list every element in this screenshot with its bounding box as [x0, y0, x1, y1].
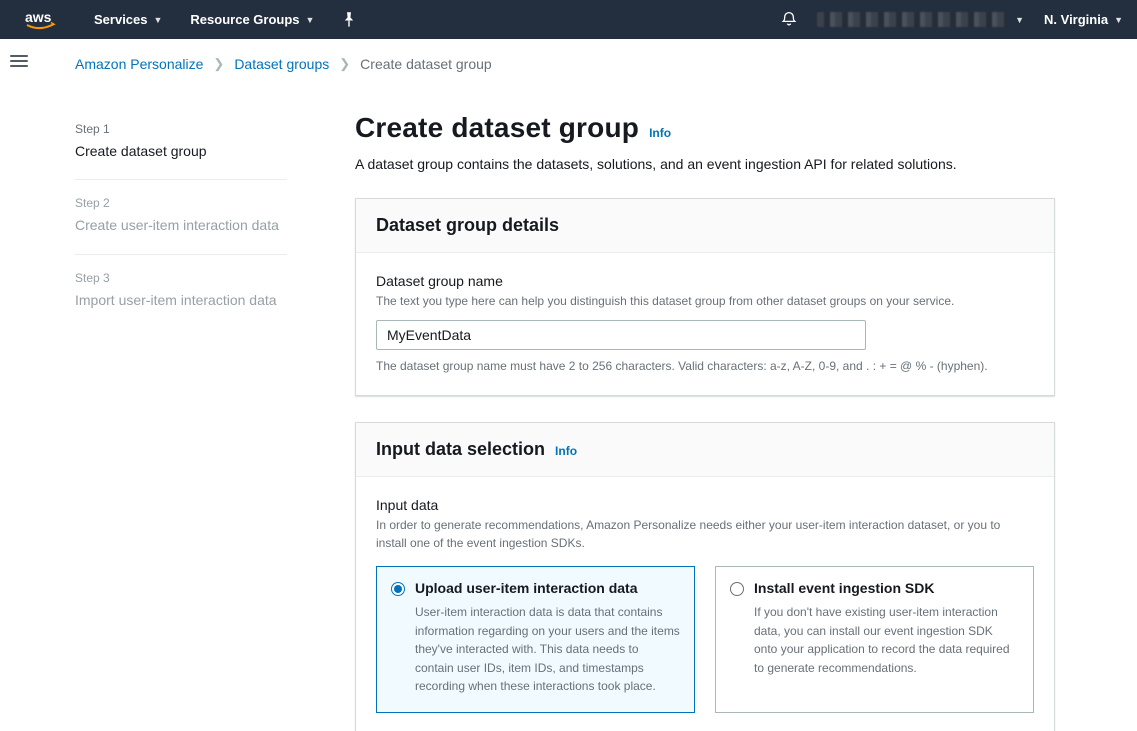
- page-description: A dataset group contains the datasets, s…: [355, 156, 1055, 172]
- breadcrumb: Amazon Personalize ❯ Dataset groups ❯ Cr…: [75, 39, 1137, 86]
- chevron-down-icon: ▼: [1015, 15, 1024, 25]
- content-column: Create dataset group Info A dataset grou…: [355, 86, 1055, 731]
- option-description: User-item interaction data is data that …: [415, 603, 680, 696]
- chevron-down-icon: ▼: [154, 15, 163, 25]
- step-number: Step 1: [75, 122, 287, 136]
- option-install-event-sdk[interactable]: Install event ingestion SDK If you don't…: [715, 566, 1034, 713]
- wizard-step-1: Step 1 Create dataset group: [75, 122, 287, 179]
- hamburger-menu-icon[interactable]: [10, 52, 28, 70]
- chevron-down-icon: ▼: [1114, 15, 1123, 25]
- services-menu-label: Services: [94, 12, 148, 27]
- main-area: Amazon Personalize ❯ Dataset groups ❯ Cr…: [37, 39, 1137, 731]
- step-label: Create dataset group: [75, 141, 287, 161]
- dataset-group-details-card: Dataset group details Dataset group name…: [355, 198, 1055, 396]
- page-shell: Amazon Personalize ❯ Dataset groups ❯ Cr…: [0, 39, 1137, 731]
- option-title: Upload user-item interaction data: [415, 580, 680, 596]
- account-name-redacted: [817, 12, 1007, 27]
- svg-text:aws: aws: [25, 9, 52, 25]
- step-label: Create user-item interaction data: [75, 215, 287, 235]
- dataset-group-name-constraint: The dataset group name must have 2 to 25…: [376, 359, 1034, 373]
- pushpin-icon: [342, 11, 356, 28]
- input-data-selection-card: Input data selection Info Input data In …: [355, 422, 1055, 731]
- breadcrumb-link-personalize[interactable]: Amazon Personalize: [75, 56, 203, 72]
- pin-shortcut-button[interactable]: [328, 11, 370, 28]
- dataset-group-name-input[interactable]: [376, 320, 866, 350]
- option-title: Install event ingestion SDK: [754, 580, 1019, 596]
- wizard-step-2: Step 2 Create user-item interaction data: [75, 179, 287, 253]
- wizard-steps-nav: Step 1 Create dataset group Step 2 Creat…: [75, 122, 287, 731]
- notifications-button[interactable]: [781, 11, 797, 28]
- input-data-info-link[interactable]: Info: [555, 444, 577, 458]
- page-info-link[interactable]: Info: [649, 126, 671, 140]
- card-title: Dataset group details: [376, 215, 559, 236]
- side-rail: [0, 39, 37, 731]
- page-title: Create dataset group: [355, 112, 639, 144]
- region-selector[interactable]: N. Virginia ▼: [1044, 12, 1123, 27]
- services-menu[interactable]: Services ▼: [80, 0, 176, 39]
- radio-unselected-icon[interactable]: [730, 582, 744, 596]
- breadcrumb-link-dataset-groups[interactable]: Dataset groups: [234, 56, 329, 72]
- option-upload-interaction-data[interactable]: Upload user-item interaction data User-i…: [376, 566, 695, 713]
- input-data-help: In order to generate recommendations, Am…: [376, 516, 1016, 552]
- step-number: Step 2: [75, 196, 287, 210]
- resource-groups-menu[interactable]: Resource Groups ▼: [176, 0, 328, 39]
- breadcrumb-separator-icon: ❯: [339, 56, 350, 72]
- step-number: Step 3: [75, 271, 287, 285]
- chevron-down-icon: ▼: [306, 15, 315, 25]
- dataset-group-name-label: Dataset group name: [376, 273, 1034, 289]
- card-title: Input data selection: [376, 439, 545, 460]
- region-label: N. Virginia: [1044, 12, 1108, 27]
- aws-logo[interactable]: aws: [22, 8, 58, 34]
- input-data-label: Input data: [376, 497, 1034, 513]
- account-menu[interactable]: ▼: [817, 12, 1024, 27]
- option-description: If you don't have existing user-item int…: [754, 603, 1019, 677]
- bell-icon: [781, 11, 797, 28]
- breadcrumb-current: Create dataset group: [360, 56, 492, 72]
- top-navigation-bar: aws Services ▼ Resource Groups ▼ ▼ N. Vi…: [0, 0, 1137, 39]
- breadcrumb-separator-icon: ❯: [213, 56, 224, 72]
- resource-groups-menu-label: Resource Groups: [190, 12, 299, 27]
- wizard-step-3: Step 3 Import user-item interaction data: [75, 254, 287, 328]
- dataset-group-name-help: The text you type here can help you dist…: [376, 292, 1016, 310]
- step-label: Import user-item interaction data: [75, 290, 287, 310]
- radio-selected-icon[interactable]: [391, 582, 405, 596]
